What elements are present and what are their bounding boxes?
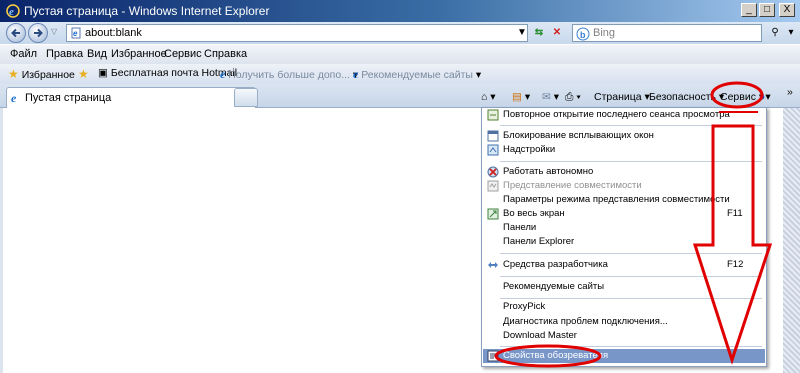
down-arrow-annotation: [692, 124, 773, 365]
annotation-overlay: [494, 81, 773, 368]
tools-highlight-ellipse: [710, 81, 764, 109]
internet-options-highlight-ellipse: [494, 344, 602, 368]
